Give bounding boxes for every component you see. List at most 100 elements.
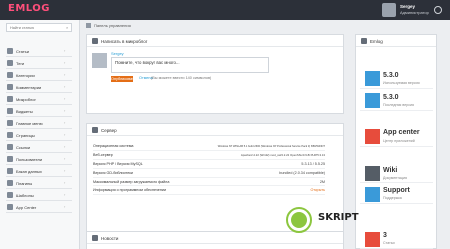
search-input[interactable]: [6, 23, 72, 32]
sidebar-item-main-menu[interactable]: Главное меню ›: [6, 117, 72, 129]
char-limit-hint: (Вы можете ввести 140 символов): [151, 76, 212, 80]
plugin-icon: [7, 180, 13, 186]
chevron-right-icon: ›: [64, 108, 66, 113]
row-label: Операционная система: [93, 142, 190, 152]
support-tile[interactable]: Support Поддержка: [360, 184, 433, 204]
chevron-right-icon: ›: [64, 192, 66, 197]
server-header: Сервер: [87, 124, 343, 136]
sidebar-item-articles[interactable]: Статьи ›: [6, 45, 72, 57]
sidebar-item-categories[interactable]: Категории ›: [6, 69, 72, 81]
server-table: Операционная система Windows NT WINLAB 5.…: [93, 142, 325, 196]
row-value: 5.3.13 / 5.5.25: [189, 159, 325, 169]
sidebar-item-links[interactable]: Ссылки ›: [6, 141, 72, 153]
emlog-header: Emlog: [356, 35, 436, 47]
article-icon: [365, 232, 380, 247]
folder-icon: [7, 72, 13, 78]
post-button[interactable]: Опубликовать: [111, 76, 136, 82]
panel-title: Новости: [101, 236, 119, 241]
sidebar-item-templates[interactable]: Шаблоны ›: [6, 189, 72, 201]
microblog-header: Написать в микроблог: [87, 35, 343, 47]
software-info-link[interactable]: Открыть: [189, 185, 325, 196]
avatar[interactable]: [382, 3, 396, 17]
user-name[interactable]: Sergey: [400, 4, 415, 9]
breadcrumb-label[interactable]: Панель управления: [94, 23, 131, 28]
link-icon: [7, 144, 13, 150]
sidebar-item-widgets[interactable]: Виджеты ›: [6, 105, 72, 117]
current-version-tile: 5.3.0 Используемая версия: [360, 67, 433, 89]
breadcrumb: Панель управления: [86, 23, 131, 29]
row-label: Версия GD-библиотеки: [93, 168, 190, 178]
microblog-panel: Написать в микроблог Sergey Помните, что…: [86, 34, 344, 114]
tag-icon: [7, 60, 13, 66]
sidebar-item-label: Шаблоны: [16, 193, 34, 198]
row-value: Apache/2.2.22 (Win32) mod_ssl/2.2.22 Ope…: [189, 150, 325, 161]
table-row: Операционная система Windows NT WINLAB 5.…: [93, 142, 325, 152]
table-row: Версия GD-библиотеки bundled (2.0.34 comp…: [93, 168, 325, 178]
articles-count-tile[interactable]: 3 Статьи: [360, 229, 433, 249]
article-icon: [7, 48, 13, 54]
sidebar-item-label: Микроблог: [16, 97, 36, 102]
panel-title: Сервер: [101, 128, 117, 133]
wiki-tile[interactable]: Wiki Документация: [360, 163, 433, 183]
page-icon: [7, 132, 13, 138]
sidebar-item-tags[interactable]: Теги ›: [6, 57, 72, 69]
watermark-logo-inner: [291, 212, 307, 228]
sidebar-item-label: Теги: [16, 61, 25, 66]
wiki-title: Wiki: [383, 167, 398, 174]
template-icon: [7, 192, 13, 198]
sidebar-item-microblog[interactable]: Микроблог ›: [6, 93, 72, 105]
news-icon: [92, 235, 98, 241]
sidebar-item-comments[interactable]: Комментарии ›: [6, 81, 72, 93]
sidebar-item-label: Пользователи: [16, 157, 43, 162]
sidebar-item-users[interactable]: Пользователи ›: [6, 153, 72, 165]
top-bar: EMLOG Sergey Администратор: [0, 0, 450, 20]
cloud-icon: [365, 129, 380, 144]
sidebar-item-label: Страницы: [16, 133, 35, 138]
sidebar-item-label: Ссылки: [16, 145, 31, 150]
row-value: Windows NT WINLAB 5.1 build 2600 (Window…: [189, 142, 325, 152]
sidebar-item-label: Комментарии: [16, 85, 42, 90]
chevron-right-icon: ›: [64, 204, 66, 209]
support-icon: [365, 187, 380, 202]
sidebar-item-label: Плагины: [16, 181, 33, 186]
widget-icon: [7, 108, 13, 114]
users-icon: [7, 156, 13, 162]
chevron-right-icon: ›: [64, 180, 66, 185]
sidebar-item-label: App Center: [16, 205, 37, 210]
search-icon[interactable]: ⌕: [66, 25, 68, 30]
chevron-right-icon: ›: [64, 84, 66, 89]
row-value: 2M: [189, 177, 325, 187]
update-icon: [365, 93, 380, 108]
user-role: Администратор: [400, 10, 429, 15]
microblog-textarea[interactable]: Помните, что вокруг вас много...: [111, 57, 269, 73]
pencil-icon: [92, 38, 98, 44]
chevron-right-icon: ›: [64, 60, 66, 65]
app-center-icon: [7, 204, 13, 210]
row-value: bundled (2.0.34 compatible): [189, 168, 325, 178]
news-header: Новости: [87, 232, 343, 244]
table-row: Веб-сервер Apache/2.2.22 (Win32) mod_ssl/…: [93, 150, 325, 161]
news-panel: Новости: [86, 231, 344, 249]
watermark-text: SKRIPT: [318, 212, 359, 223]
sidebar-item-label: Главное меню: [16, 121, 43, 126]
current-version: 5.3.0: [383, 72, 399, 79]
server-icon: [92, 127, 98, 133]
database-icon: [7, 168, 13, 174]
app-center-tile[interactable]: App center Центр приложений: [360, 125, 433, 147]
row-label: Веб-сервер: [93, 150, 190, 161]
chevron-right-icon: ›: [64, 144, 66, 149]
menu-icon: [7, 120, 13, 126]
sidebar-item-label: Виджеты: [16, 109, 33, 114]
sidebar-item-app-center[interactable]: App Center ›: [6, 201, 72, 213]
microblog-user[interactable]: Sergey: [111, 51, 124, 56]
home-icon[interactable]: [86, 23, 91, 29]
sidebar-item-pages[interactable]: Страницы ›: [6, 129, 72, 141]
sidebar-item-plugins[interactable]: Плагины ›: [6, 177, 72, 189]
logout-icon[interactable]: [434, 6, 442, 14]
chevron-right-icon: ›: [64, 156, 66, 161]
articles-count: 3: [383, 232, 387, 239]
chevron-right-icon: ›: [64, 96, 66, 101]
app-logo[interactable]: EMLOG: [8, 3, 50, 14]
emlog-icon: [361, 38, 367, 44]
sidebar-item-backup[interactable]: Бэкап данных ›: [6, 165, 72, 177]
